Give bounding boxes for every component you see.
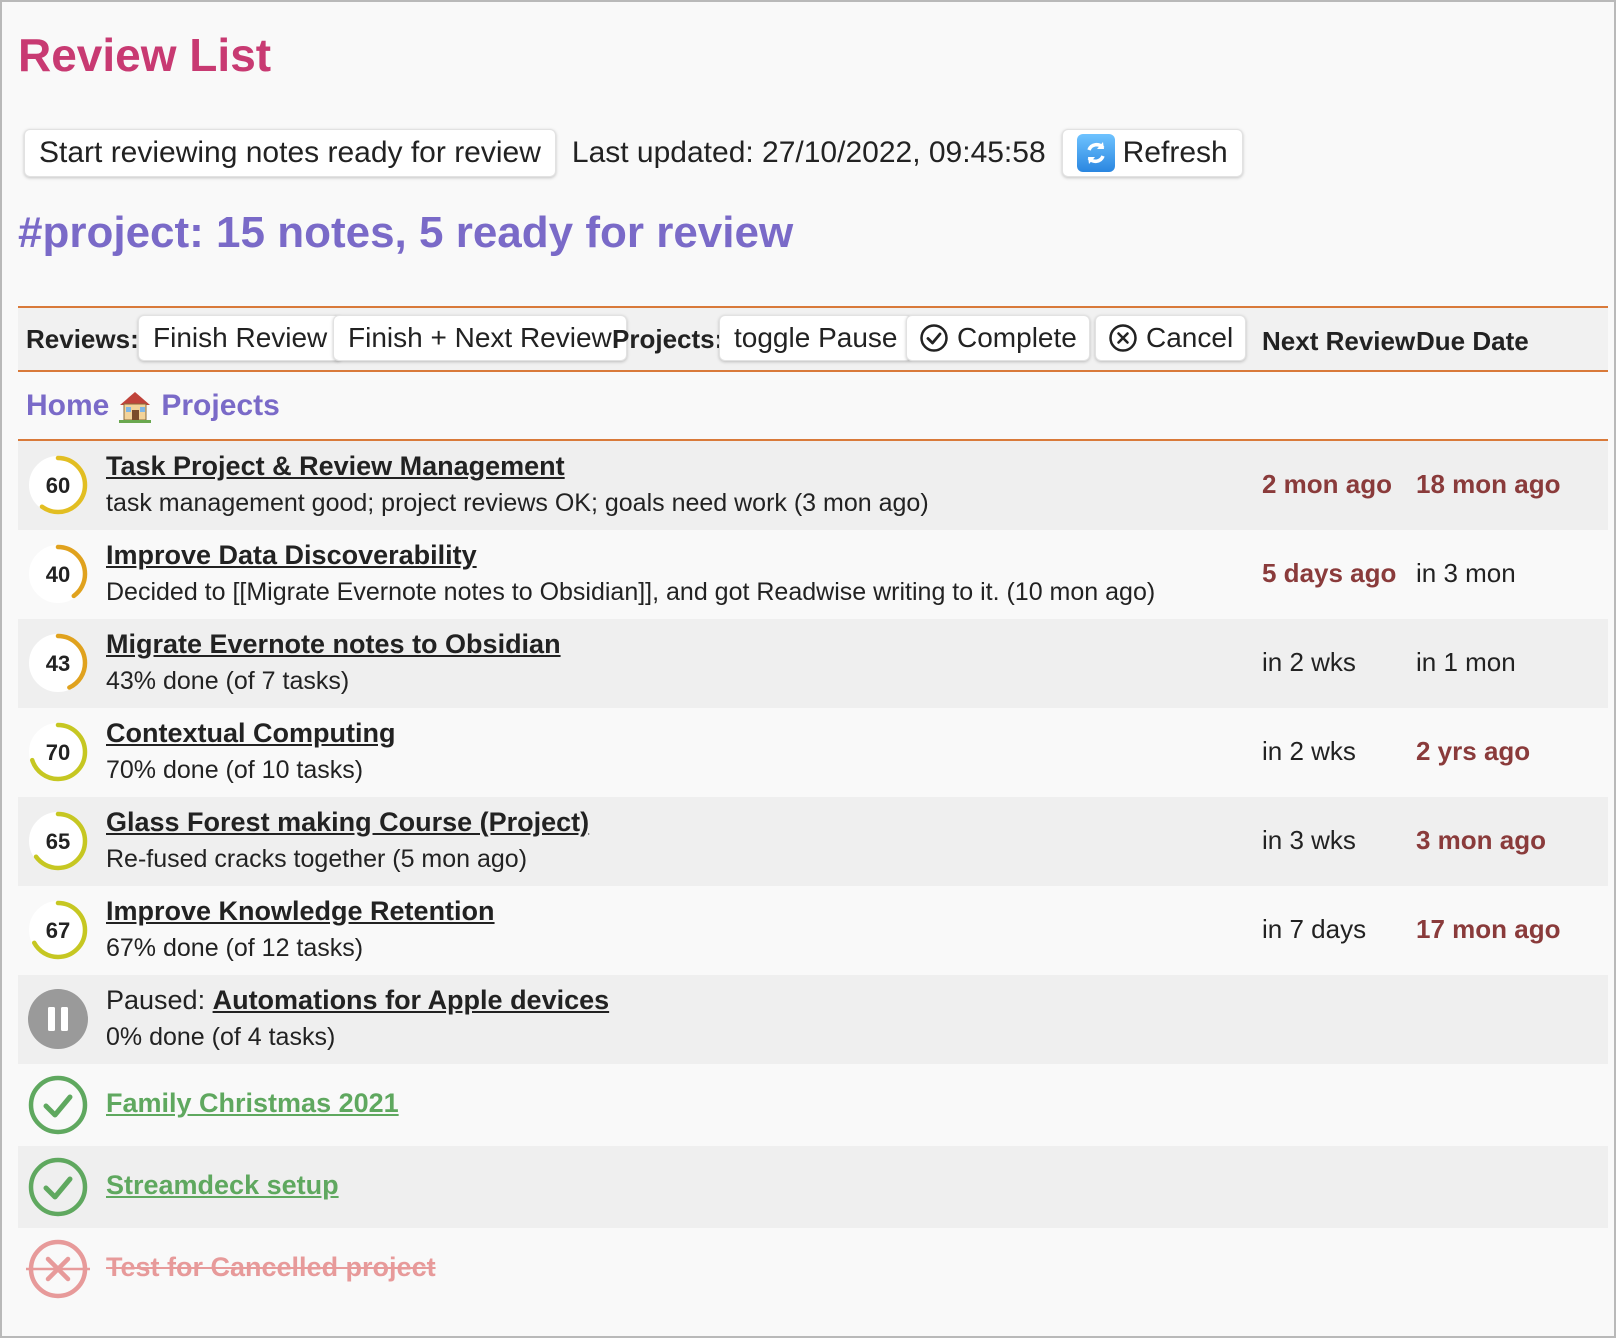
folder-breadcrumb: Home Projects	[26, 388, 280, 424]
progress-ring: 70	[28, 722, 88, 782]
review-list-window: Review List Start reviewing notes ready …	[0, 0, 1616, 1338]
progress-ring: 67	[28, 900, 88, 960]
x-circle-icon	[26, 1239, 90, 1299]
project-subtitle: task management good; project reviews OK…	[106, 489, 929, 517]
project-row: 43 Migrate Evernote notes to Obsidian 43…	[18, 619, 1608, 708]
folder-name-label: Projects	[161, 389, 280, 422]
refresh-button[interactable]: Refresh	[1061, 129, 1243, 177]
completed-project-row: Streamdeck setup	[18, 1146, 1608, 1228]
project-title-link[interactable]: Glass Forest making Course (Project)	[106, 807, 589, 838]
finish-next-review-button[interactable]: Finish + Next Review	[333, 315, 627, 361]
project-title-link[interactable]: Migrate Evernote notes to Obsidian	[106, 629, 561, 660]
refresh-icon	[1076, 134, 1115, 172]
project-title-link[interactable]: Task Project & Review Management	[106, 451, 565, 482]
project-title-link[interactable]: Improve Data Discoverability	[106, 540, 477, 571]
progress-value: 67	[46, 918, 70, 943]
project-subtitle: 43% done (of 7 tasks)	[106, 667, 350, 695]
house-icon	[119, 392, 152, 423]
cancel-button[interactable]: Cancel	[1095, 315, 1247, 361]
project-subtitle: Re-fused cracks together (5 mon ago)	[106, 845, 528, 873]
check-circle-icon	[28, 1157, 88, 1217]
project-title-link[interactable]: Automations for Apple devices	[213, 985, 610, 1015]
project-row: 67 Improve Knowledge Retention 67% done …	[18, 886, 1608, 975]
next-review-value: 2 mon ago	[1262, 469, 1393, 499]
progress-value: 70	[46, 740, 70, 765]
completed-project-row: Family Christmas 2021	[18, 1064, 1608, 1146]
project-title-link[interactable]: Improve Knowledge Retention	[106, 896, 495, 927]
toolbar: Start reviewing notes ready for review L…	[24, 128, 1243, 178]
project-row: 65 Glass Forest making Course (Project) …	[18, 797, 1608, 886]
due-date-value: 2 yrs ago	[1416, 736, 1531, 766]
progress-value: 40	[46, 562, 70, 587]
progress-value: 60	[46, 473, 70, 498]
start-reviewing-button[interactable]: Start reviewing notes ready for review	[24, 129, 556, 177]
pause-icon	[28, 989, 88, 1049]
review-header-bar: Reviews: Finish Review Finish + Next Rev…	[18, 306, 1608, 372]
due-date-value: in 1 mon	[1416, 647, 1516, 677]
progress-ring: 60	[28, 455, 88, 515]
x-circle-icon	[1109, 324, 1137, 352]
last-updated-text: Last updated: 27/10/2022, 09:45:58	[571, 136, 1046, 169]
due-date-column-header: Due Date	[1416, 326, 1529, 356]
complete-button[interactable]: Complete	[906, 315, 1090, 361]
folder-home-label: Home	[26, 389, 110, 422]
complete-label: Complete	[957, 322, 1077, 353]
project-title-link[interactable]: Family Christmas 2021	[106, 1088, 399, 1119]
project-subtitle: 67% done (of 12 tasks)	[106, 934, 364, 962]
paused-project-row: Paused: Automations for Apple devices 0%…	[18, 975, 1608, 1064]
project-row: 70 Contextual Computing 70% done (of 10 …	[18, 708, 1608, 797]
next-review-value: in 7 days	[1262, 914, 1367, 944]
progress-value: 43	[46, 651, 70, 676]
cancelled-project-row: Test for Cancelled project	[18, 1228, 1608, 1310]
refresh-label: Refresh	[1122, 136, 1228, 169]
next-review-value: in 3 wks	[1262, 825, 1356, 855]
due-date-value: 18 mon ago	[1416, 469, 1561, 499]
due-date-value: 3 mon ago	[1416, 825, 1547, 855]
project-subtitle: Decided to [[Migrate Evernote notes to O…	[106, 578, 1156, 606]
finish-review-button[interactable]: Finish Review	[138, 315, 343, 361]
project-title-link[interactable]: Streamdeck setup	[106, 1170, 339, 1201]
cancel-label: Cancel	[1146, 322, 1234, 353]
paused-title: Paused: Automations for Apple devices	[106, 985, 609, 1016]
due-date-value: in 3 mon	[1416, 558, 1516, 588]
paused-label: Paused:	[106, 985, 213, 1015]
projects-label: Projects:	[612, 324, 724, 354]
project-row: 60 Task Project & Review Management task…	[18, 441, 1608, 530]
reviews-label: Reviews:	[26, 324, 139, 354]
project-list: 60 Task Project & Review Management task…	[18, 441, 1608, 1310]
project-subtitle: 70% done (of 10 tasks)	[106, 756, 364, 784]
next-review-column-header: Next Review	[1262, 326, 1416, 356]
progress-ring: 65	[28, 811, 88, 871]
next-review-value: 5 days ago	[1262, 558, 1397, 588]
due-date-value: 17 mon ago	[1416, 914, 1561, 944]
project-title-link[interactable]: Test for Cancelled project	[106, 1252, 436, 1283]
check-circle-icon	[28, 1075, 88, 1135]
page-title: Review List	[18, 29, 272, 81]
progress-ring: 40	[28, 544, 88, 604]
project-subtitle: 0% done (of 4 tasks)	[106, 1023, 336, 1051]
progress-ring: 43	[28, 633, 88, 693]
toggle-pause-button[interactable]: toggle Pause	[719, 315, 913, 361]
section-heading: #project: 15 notes, 5 ready for review	[18, 208, 794, 257]
project-title-link[interactable]: Contextual Computing	[106, 718, 395, 749]
next-review-value: in 2 wks	[1262, 736, 1356, 766]
next-review-value: in 2 wks	[1262, 647, 1356, 677]
progress-value: 65	[46, 829, 70, 854]
check-circle-icon	[920, 324, 948, 352]
project-row: 40 Improve Data Discoverability Decided …	[18, 530, 1608, 619]
